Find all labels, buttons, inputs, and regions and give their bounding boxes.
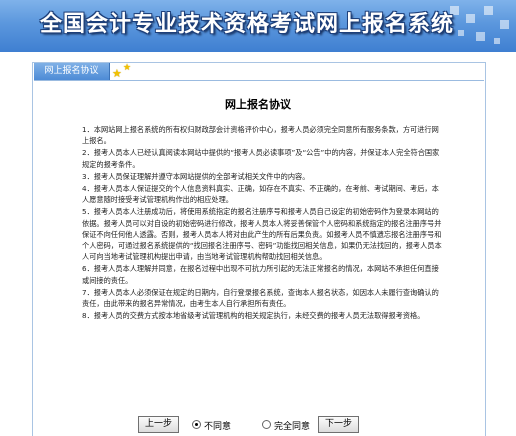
clause-1: 1．本网站网上报名系统的所有权归财政部会计资格评价中心，报考人员必须完全同意所有… bbox=[82, 125, 439, 146]
agree-label: 完全同意 bbox=[274, 422, 311, 432]
agreement-title: 网上报名协议 bbox=[225, 98, 291, 111]
clause-8: 8．报考人员的交费方式按本地省级考试管理机构的相关规定执行，未经交费的报考人员无… bbox=[82, 311, 425, 321]
clause-4: 4．报考人员本人保证提交的个人信息资料真实、正确，如存在不真实、不正确的，在考前… bbox=[82, 184, 439, 205]
agreement-text: 1．本网站网上报名系统的所有权归财政部会计资格评价中心，报考人员必须完全同意所有… bbox=[82, 124, 444, 322]
system-title: 全国会计专业技术资格考试网上报名系统 bbox=[40, 11, 455, 37]
clause-5: 5．报考人员本人注册成功后，将使用系统指定的报名注册序号和报考人员自己设定的初始… bbox=[82, 207, 442, 262]
tab-agreement[interactable]: 网上报名协议 bbox=[34, 63, 110, 80]
header-banner: 全国会计专业技术资格考试网上报名系统 bbox=[0, 0, 516, 52]
agree-radio[interactable] bbox=[262, 420, 271, 429]
prev-step-button[interactable]: 上一步 bbox=[138, 416, 180, 433]
clause-6: 6．报考人员本人理解并同意，在报名过程中出现不可抗力所引起的无法正常报名的情况，… bbox=[82, 264, 439, 285]
clause-7: 7．报考人员本人必须保证在规定的日期内，自行登录报名系统，查询本人报名状态，如因… bbox=[82, 287, 439, 309]
star-icon: ★ bbox=[112, 67, 122, 80]
disagree-label: 不同意 bbox=[204, 422, 232, 432]
star-icon: ★ bbox=[123, 63, 132, 73]
clause-2: 2．报考人员本人已经认真阅读本网站中提供的“报考人员必读事项”及“公告”中的内容… bbox=[82, 148, 440, 169]
agreement-controls: 上一步 不同意 完全同意 下一步 bbox=[0, 416, 516, 434]
next-step-button[interactable]: 下一步 bbox=[318, 416, 360, 433]
tab-divider bbox=[34, 80, 484, 81]
clause-3: 3．报考人员保证理解并遵守本网站提供的全部考试相关文件中的内容。 bbox=[82, 171, 310, 181]
disagree-radio[interactable] bbox=[192, 420, 201, 429]
